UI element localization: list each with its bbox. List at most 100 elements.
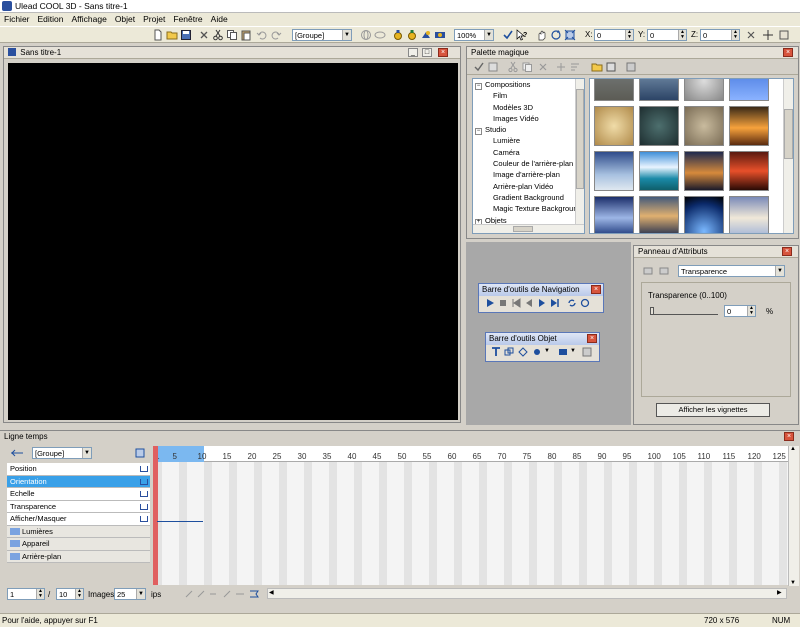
menu-fichier[interactable]: Fichier [0,13,34,26]
thumbnail[interactable] [729,151,769,191]
playback-range[interactable] [154,446,204,462]
thumbnail[interactable] [594,79,634,101]
attribute-add-icon[interactable] [642,265,654,277]
fps-select[interactable]: 25 ▼ [114,588,146,600]
object-select[interactable]: [Groupe] ▼ [292,29,352,41]
move-mode-icon[interactable] [762,29,774,41]
timeline-track-row[interactable]: Echelle [7,488,150,501]
show-thumbnails-button[interactable]: Afficher les vignettes [656,403,770,417]
transparency-value-field[interactable]: 0 ▲ ▼ [724,305,756,317]
3d-canvas[interactable] [8,63,458,420]
thumbnail[interactable] [729,106,769,146]
scroll-left-icon[interactable]: ◀ [269,589,277,598]
tree-node[interactable]: − Studio [475,124,584,136]
save-palette-icon[interactable] [605,61,617,73]
redo-icon[interactable] [270,29,282,41]
tree-node[interactable]: Magic Texture Background [475,203,584,214]
close-icon[interactable]: × [591,285,601,294]
save-icon[interactable] [180,29,192,41]
thumbnail[interactable] [684,79,724,101]
keyframe-icon[interactable] [140,478,148,485]
tree-node[interactable]: Gradient Background [475,192,584,203]
check-icon[interactable] [502,29,514,41]
open-folder-icon[interactable] [166,29,178,41]
z-position-field[interactable]: 0 ▲ ▼ [700,29,740,41]
insert-shape-icon[interactable] [504,347,514,357]
tree-horizontal-scrollbar[interactable] [473,224,584,233]
close-icon[interactable]: × [587,334,597,343]
thumbnail[interactable] [594,196,634,233]
close-icon[interactable]: × [784,432,794,441]
resize-icon[interactable] [564,29,576,41]
insert-light-icon[interactable] [532,347,542,357]
playhead[interactable] [153,446,158,585]
tree-node[interactable]: Couleur de l'arrière-plan [475,158,584,169]
tree-vertical-scrollbar[interactable] [575,79,584,225]
tree-node[interactable]: − Compositions [475,79,584,90]
zoom-select[interactable]: 100% ▼ [454,29,494,41]
delete-icon[interactable] [537,61,549,73]
delete-icon[interactable] [198,29,210,41]
play-icon[interactable] [485,298,495,308]
cut-icon[interactable] [212,29,224,41]
timeline-grid[interactable] [154,462,788,585]
cut-icon[interactable] [507,61,519,73]
last-frame-icon[interactable] [550,298,560,308]
tree-node[interactable]: Caméra [475,147,584,158]
ping-pong-icon[interactable] [580,298,590,308]
timeline-group-row[interactable]: Arrière-plan [7,550,150,563]
thumbnail[interactable] [639,196,679,233]
thumbnail[interactable] [594,106,634,146]
thumbnail[interactable] [684,106,724,146]
hand-icon[interactable] [536,29,548,41]
thumbnail[interactable] [729,196,769,233]
rotate-icon[interactable] [550,29,562,41]
thumbnail[interactable] [594,151,634,191]
timeline-horizontal-scrollbar[interactable]: ◀ ▶ [267,588,787,599]
close-icon[interactable]: × [783,48,793,57]
timeline-group-row[interactable]: Appareil [7,538,150,551]
open-folder-icon[interactable] [591,61,603,73]
timeline-group-row[interactable]: Lumières [7,525,150,538]
medal-silver-icon[interactable] [406,29,418,41]
add-to-palette-icon[interactable] [487,61,499,73]
effects-icon[interactable] [420,29,432,41]
copy-icon[interactable] [521,61,533,73]
spinner-arrows-icon[interactable]: ▲ ▼ [75,589,83,599]
attribute-select[interactable]: Transparence ▼ [678,265,785,277]
scroll-down-icon[interactable]: ▼ [790,580,796,586]
thumbnail[interactable] [639,79,679,101]
undo-icon[interactable] [256,29,268,41]
current-frame-field[interactable]: 1 ▲ ▼ [7,588,45,600]
timeline-track-row[interactable]: Transparence [7,500,150,513]
tree-node[interactable]: Arrière-plan Vidéo [475,181,584,192]
timeline-track-row[interactable]: Orientation [7,475,150,488]
paste-icon[interactable] [240,29,252,41]
close-icon[interactable]: × [438,48,448,57]
menu-affichage[interactable]: Affichage [68,13,111,26]
spinner-arrows-icon[interactable]: ▲ ▼ [731,30,739,40]
link-icon[interactable] [555,61,567,73]
y-position-field[interactable]: 0 ▲ ▼ [647,29,687,41]
thumbnail[interactable] [684,151,724,191]
spinner-arrows-icon[interactable]: ▲ ▼ [625,30,633,40]
thumbnail[interactable] [684,196,724,233]
timeline-mode-icon[interactable] [10,448,24,458]
next-frame-icon[interactable] [537,298,547,308]
keyframe-icon[interactable] [140,503,148,510]
help-cursor-icon[interactable]: ? [516,29,528,41]
timeline-options-icon[interactable] [134,447,146,459]
loop-icon[interactable] [567,298,577,308]
thumbnail-scrollbar[interactable] [783,79,793,233]
reset-icon[interactable] [745,29,757,41]
insert-geometry-icon[interactable] [518,347,528,357]
palette-settings-icon[interactable] [625,61,637,73]
insert-image-icon[interactable] [558,347,568,357]
ellipse-icon[interactable] [374,29,386,41]
maximize-icon[interactable]: □ [422,48,432,57]
copy-icon[interactable] [226,29,238,41]
settings-icon[interactable] [778,29,790,41]
spinner-arrows-icon[interactable]: ▲ ▼ [747,306,755,316]
prev-frame-icon[interactable] [524,298,534,308]
collapse-icon[interactable]: − [475,128,482,136]
